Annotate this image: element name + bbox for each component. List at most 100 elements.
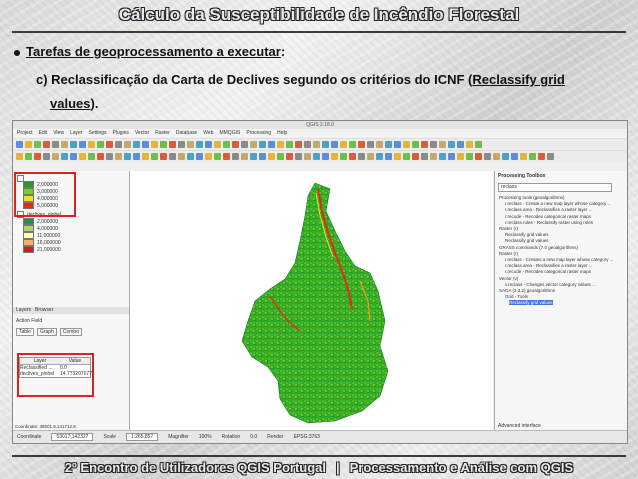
toolbox-tree-item[interactable]: r.reclass.area - Reclassifies a raster l…: [505, 207, 593, 212]
toolbar-tool-icon[interactable]: [538, 153, 545, 160]
toolbar-tool-icon[interactable]: [322, 141, 329, 148]
toolbar-tool-icon[interactable]: [88, 153, 95, 160]
toolbar-tool-icon[interactable]: [349, 153, 356, 160]
toolbar-tool-icon[interactable]: [250, 153, 257, 160]
menu-item[interactable]: Processing: [246, 129, 271, 138]
toolbar-tool-icon[interactable]: [403, 141, 410, 148]
toolbox-tree-item[interactable]: Processing tools (geoalgorithms): [499, 195, 565, 200]
toolbar-tool-icon[interactable]: [277, 153, 284, 160]
toolbar-tool-icon[interactable]: [430, 141, 437, 148]
toolbox-tree-item[interactable]: SAGA (2.3.2) geoalgorithms: [499, 288, 555, 293]
toolbar-tool-icon[interactable]: [466, 141, 473, 148]
toolbar-tool-icon[interactable]: [358, 141, 365, 148]
toolbar-tool-icon[interactable]: [43, 153, 50, 160]
toolbar-tool-icon[interactable]: [214, 141, 221, 148]
tab-layers[interactable]: Layers: [16, 307, 31, 314]
toolbar-tool-icon[interactable]: [16, 153, 23, 160]
toolbar-tool-icon[interactable]: [25, 141, 32, 148]
toolbox-tree-item[interactable]: Grid - Tools: [505, 294, 528, 299]
toolbar-tool-icon[interactable]: [394, 141, 401, 148]
toolbox-tree-item[interactable]: Raster (r): [499, 226, 518, 231]
toolbar-tool-icon[interactable]: [322, 153, 329, 160]
toolbar-tool-icon[interactable]: [205, 141, 212, 148]
coord-field[interactable]: 53017,142327: [51, 433, 94, 441]
toolbar-tool-icon[interactable]: [367, 153, 374, 160]
toolbar-tool-icon[interactable]: [205, 153, 212, 160]
tab-table[interactable]: Table: [16, 328, 34, 336]
toolbar-tool-icon[interactable]: [250, 141, 257, 148]
toolbar-tool-icon[interactable]: [178, 153, 185, 160]
toolbar-tool-icon[interactable]: [178, 141, 185, 148]
toolbar-tool-icon[interactable]: [466, 153, 473, 160]
toolbar-tool-icon[interactable]: [313, 153, 320, 160]
toolbar-tool-icon[interactable]: [259, 141, 266, 148]
toolbar-tool-icon[interactable]: [151, 153, 158, 160]
toolbox-tree-item[interactable]: Vector (v): [499, 276, 518, 281]
render-label[interactable]: Render: [267, 434, 283, 440]
menu-item[interactable]: Help: [277, 129, 287, 138]
toolbox-search-input[interactable]: reclass: [498, 183, 612, 192]
toolbar-tool-icon[interactable]: [79, 141, 86, 148]
toolbar-tool-icon[interactable]: [367, 141, 374, 148]
toolbar-tool-icon[interactable]: [511, 153, 518, 160]
toolbar-tool-icon[interactable]: [142, 141, 149, 148]
toolbar-tool-icon[interactable]: [241, 153, 248, 160]
toolbar-tool-icon[interactable]: [295, 153, 302, 160]
map-canvas[interactable]: [130, 171, 493, 431]
menu-item[interactable]: Settings: [88, 129, 106, 138]
rotation-field[interactable]: 0.0: [250, 434, 257, 440]
toolbar-tool-icon[interactable]: [97, 153, 104, 160]
toolbar-tool-icon[interactable]: [457, 141, 464, 148]
menu-item[interactable]: Edit: [39, 129, 48, 138]
toolbar-tool-icon[interactable]: [277, 141, 284, 148]
toolbar-tool-icon[interactable]: [439, 153, 446, 160]
toolbox-tree-item[interactable]: GRASS commands (7.0 geoalgorithms): [499, 245, 578, 250]
toolbar-tool-icon[interactable]: [124, 141, 131, 148]
toolbox-tree-item[interactable]: Raster (r): [499, 251, 518, 256]
toolbar-tool-icon[interactable]: [268, 141, 275, 148]
toolbar-tool-icon[interactable]: [304, 153, 311, 160]
toolbar-tool-icon[interactable]: [484, 153, 491, 160]
bullet-link[interactable]: Tarefas de geoprocessamento a executar: [26, 44, 281, 59]
toolbar-tool-icon[interactable]: [160, 141, 167, 148]
toolbar-tool-icon[interactable]: [304, 141, 311, 148]
toolbar-tool-icon[interactable]: [340, 153, 347, 160]
toolbar-tool-icon[interactable]: [124, 153, 131, 160]
tab-combo[interactable]: Combo: [59, 328, 82, 336]
menu-item[interactable]: MMQGIS: [219, 129, 240, 138]
menu-item[interactable]: Raster: [155, 129, 170, 138]
toolbox-advanced[interactable]: Advanced interface: [498, 423, 541, 429]
toolbar-tool-icon[interactable]: [34, 153, 41, 160]
toolbar-tool-icon[interactable]: [259, 153, 266, 160]
toolbox-tree-item[interactable]: r.reclass - Creates a new map layer whos…: [505, 257, 614, 262]
toolbar-tool-icon[interactable]: [403, 153, 410, 160]
reclassify-link-b[interactable]: values: [50, 96, 90, 111]
menu-item[interactable]: Web: [203, 129, 213, 138]
menu-item[interactable]: Database: [176, 129, 197, 138]
toolbar-tool-icon[interactable]: [115, 153, 122, 160]
menu-item[interactable]: Vector: [135, 129, 149, 138]
toolbar-tool-icon[interactable]: [385, 153, 392, 160]
toolbar-tool-icon[interactable]: [25, 153, 32, 160]
toolbar-tool-icon[interactable]: [151, 141, 158, 148]
toolbox-tree-item[interactable]: r.reclass.rules - Reclassify raster usin…: [505, 220, 593, 225]
menu-item[interactable]: Plugins: [113, 129, 129, 138]
toolbar-tool-icon[interactable]: [241, 141, 248, 148]
toolbar-tool-icon[interactable]: [133, 141, 140, 148]
toolbar-tool-icon[interactable]: [43, 141, 50, 148]
toolbar-tool-icon[interactable]: [169, 153, 176, 160]
toolbar-tool-icon[interactable]: [520, 153, 527, 160]
toolbar-tool-icon[interactable]: [376, 141, 383, 148]
toolbar-tool-icon[interactable]: [169, 141, 176, 148]
toolbar-tool-icon[interactable]: [412, 141, 419, 148]
toolbar-tool-icon[interactable]: [448, 141, 455, 148]
toolbox-tree-item[interactable]: r.reclass - Create a new map layer whose…: [505, 201, 611, 206]
toolbar-tool-icon[interactable]: [385, 141, 392, 148]
toolbar-tool-icon[interactable]: [349, 141, 356, 148]
toolbar-tool-icon[interactable]: [547, 153, 554, 160]
tab-graph[interactable]: Graph: [36, 328, 57, 336]
menu-item[interactable]: Layer: [70, 129, 83, 138]
toolbar-tool-icon[interactable]: [214, 153, 221, 160]
toolbar-tool-icon[interactable]: [331, 153, 338, 160]
toolbar-tool-icon[interactable]: [331, 141, 338, 148]
